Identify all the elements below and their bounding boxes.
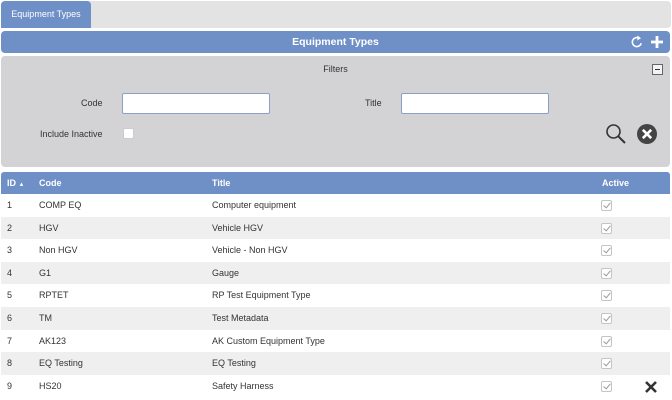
row-title: Computer equipment [212, 200, 297, 210]
column-header-active[interactable]: Active [602, 172, 629, 194]
table-row[interactable]: 3 Non HGV Vehicle - Non HGV [1, 239, 670, 262]
row-id: 3 [7, 245, 13, 256]
table-row[interactable]: 2 HGV Vehicle HGV [1, 216, 670, 240]
row-title: EQ Testing [212, 358, 256, 369]
row-code: AK123 [39, 335, 67, 346]
title-input[interactable] [401, 93, 549, 114]
page-title: Equipment Types [292, 36, 379, 48]
row-title: Vehicle - Non HGV [212, 245, 288, 256]
search-icon[interactable] [605, 123, 627, 145]
row-code: HGV [39, 222, 59, 233]
table-row[interactable]: 9 HS20 Safety Harness [1, 375, 670, 398]
equipment-types-table: ID ▲ Code Title Active 1 COMP EQ Compute… [1, 172, 670, 397]
active-checkbox [601, 245, 612, 257]
active-checkbox [601, 200, 612, 211]
row-code: HS20 [39, 380, 62, 391]
collapse-filters-button[interactable] [652, 64, 663, 75]
row-code: EQ Testing [39, 358, 83, 369]
table-row[interactable]: 7 AK123 AK Custom Equipment Type [1, 330, 670, 353]
row-title: RP Test Equipment Type [212, 290, 311, 301]
delete-row-icon[interactable] [644, 380, 658, 394]
active-checkbox [601, 335, 612, 347]
active-checkbox [601, 290, 612, 302]
column-header-code[interactable]: Code [39, 172, 62, 194]
panel-title-bar: Equipment Types [1, 31, 670, 53]
row-title: Safety Harness [212, 380, 274, 391]
sort-ascending-icon: ▲ [18, 182, 25, 188]
row-code: Non HGV [39, 245, 78, 256]
row-code: G1 [39, 267, 52, 278]
filters-panel: Filters Code Title Include Inactive [1, 56, 670, 167]
row-code: TM [39, 312, 52, 323]
row-title: Test Metadata [212, 312, 269, 323]
table-row[interactable]: 5 RPTET RP Test Equipment Type [1, 284, 670, 307]
row-id: 7 [7, 335, 13, 346]
title-label: Title [365, 98, 382, 108]
row-id: 5 [7, 290, 13, 301]
code-input[interactable] [122, 93, 270, 114]
row-id: 6 [7, 312, 13, 323]
active-checkbox [601, 222, 612, 234]
clear-filters-icon[interactable] [636, 123, 658, 145]
include-inactive-checkbox[interactable] [123, 128, 134, 139]
refresh-icon[interactable] [629, 34, 645, 50]
plus-icon[interactable] [649, 34, 665, 50]
row-code: COMP EQ [39, 200, 82, 210]
table-header: ID ▲ Code Title Active [1, 172, 670, 194]
column-header-id[interactable]: ID ▲ [7, 172, 24, 196]
row-title: Gauge [212, 267, 240, 278]
table-row[interactable]: 6 TM Test Metadata [1, 306, 670, 330]
table-row[interactable]: 1 COMP EQ Computer equipment [1, 194, 670, 217]
include-inactive-label: Include Inactive [40, 129, 103, 139]
filters-title: Filters [323, 64, 348, 74]
active-checkbox [601, 358, 612, 370]
row-code: RPTET [39, 290, 69, 301]
table-row[interactable]: 8 EQ Testing EQ Testing [1, 352, 670, 375]
tab-equipment-types[interactable]: Equipment Types [1, 1, 91, 28]
row-id: 8 [7, 358, 13, 369]
column-header-title[interactable]: Title [212, 172, 230, 194]
code-label: Code [81, 98, 103, 108]
active-checkbox [601, 312, 612, 324]
active-checkbox [601, 267, 612, 279]
active-checkbox [601, 380, 612, 392]
row-title: Vehicle HGV [212, 222, 264, 233]
row-id: 4 [7, 267, 13, 278]
tab-strip: Equipment Types [1, 1, 671, 28]
row-id: 2 [7, 222, 13, 233]
table-row[interactable]: 4 G1 Gauge [1, 261, 670, 285]
row-id: 9 [7, 380, 13, 391]
row-id: 1 [7, 200, 13, 210]
row-title: AK Custom Equipment Type [212, 335, 325, 346]
